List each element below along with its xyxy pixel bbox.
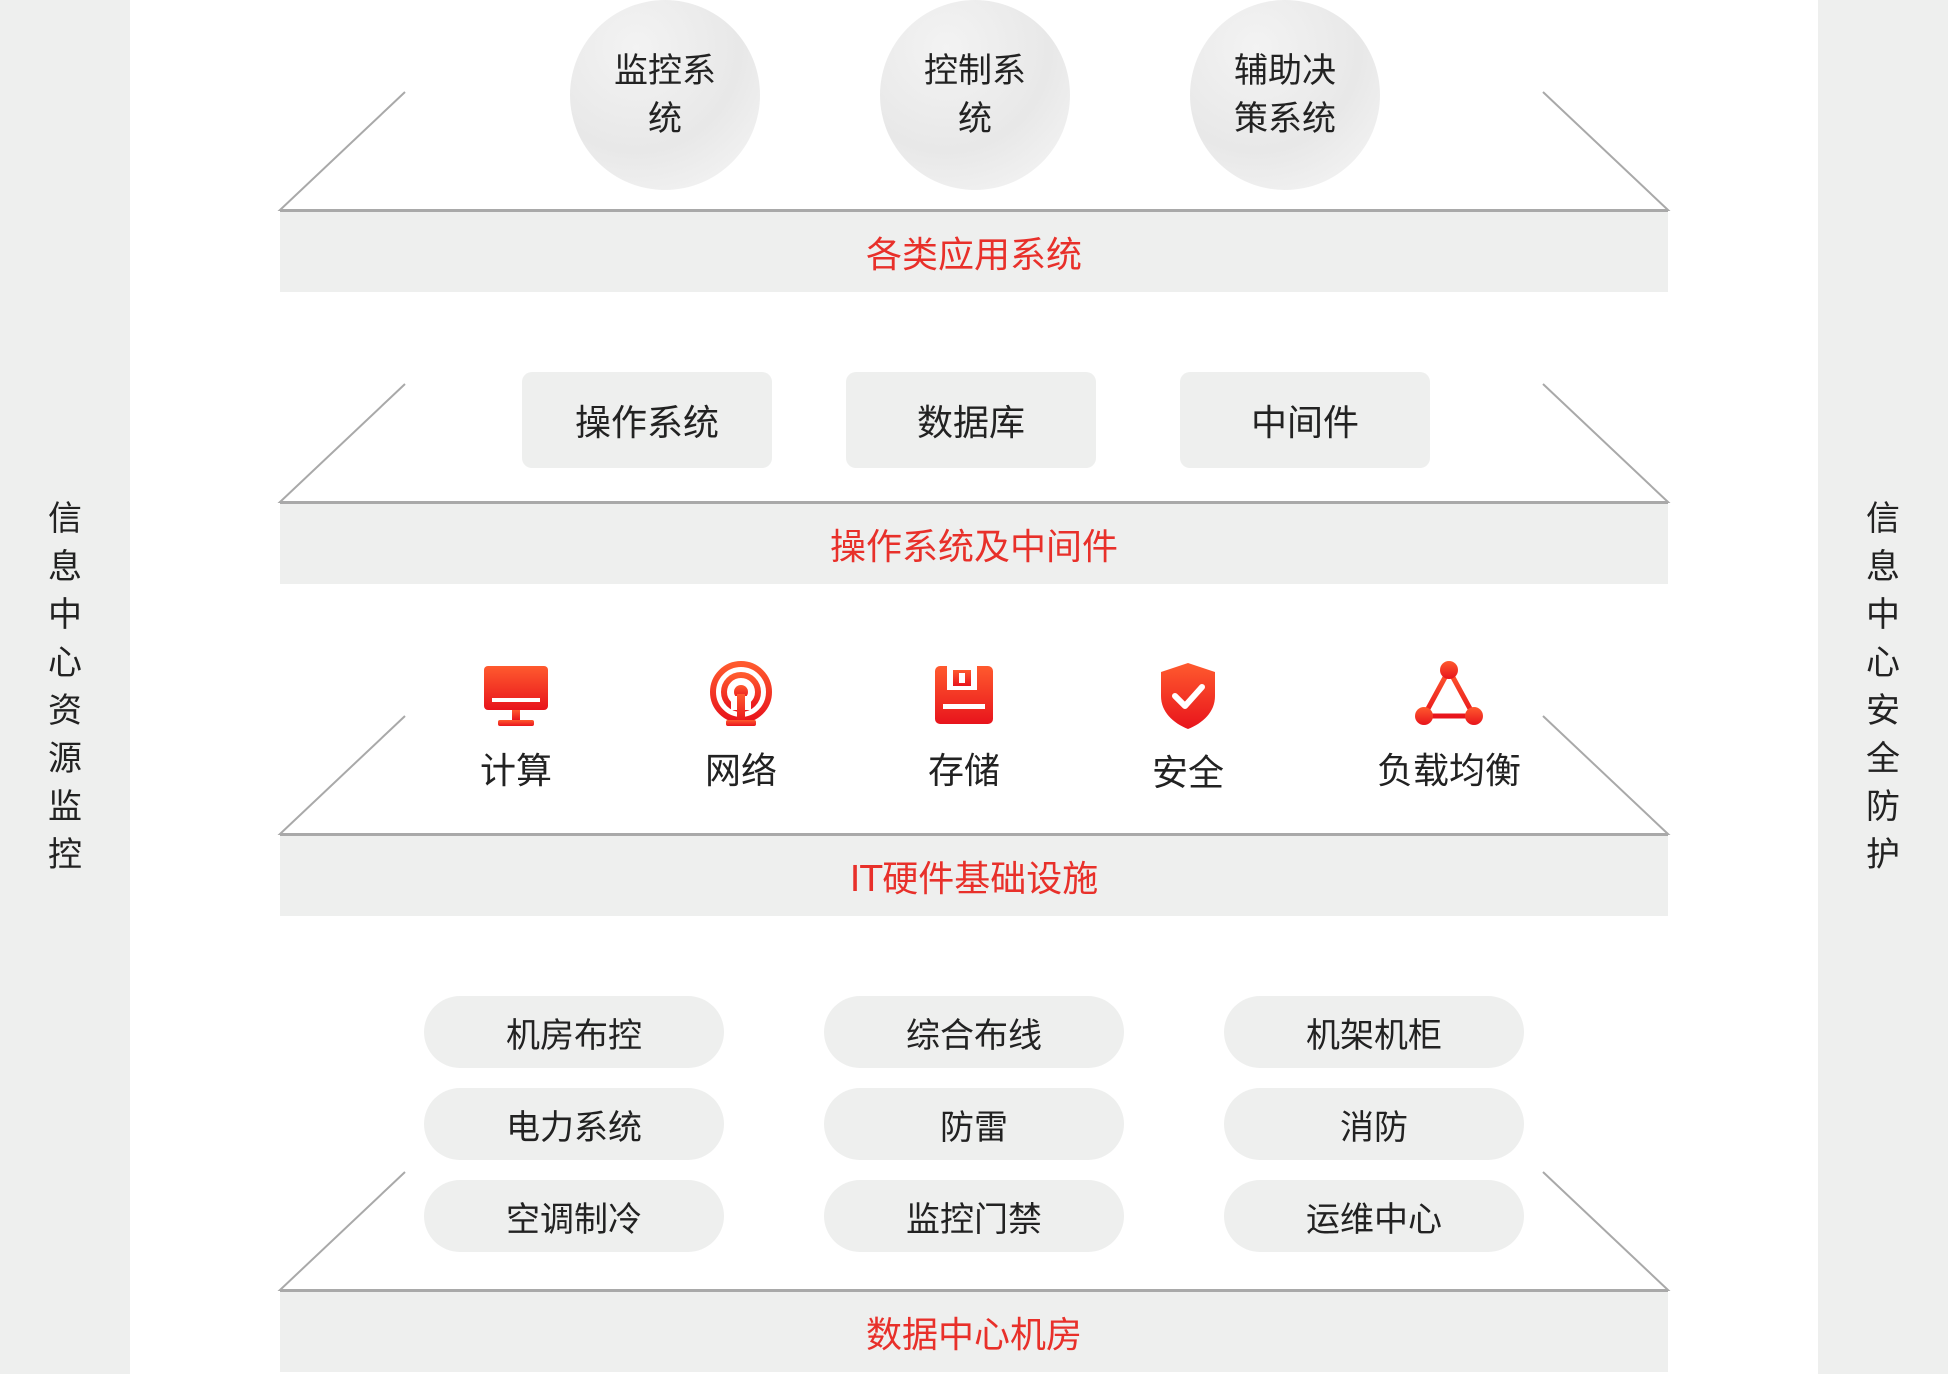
tier-it-hardware-band: IT硬件基础设施 [280,834,1668,916]
dc-item-access: 监控门禁 [824,1180,1124,1252]
right-side-label-char: 心 [1866,643,1900,683]
left-side-label-char: 控 [48,835,82,875]
app-item-monitor: 监控系统 [570,0,760,190]
right-side-label-char: 护 [1866,835,1900,875]
tier-datacenter-band: 数据中心机房 [280,1290,1668,1372]
hw-item-security: 安全 [1108,660,1268,796]
network-triangle-icon [1415,661,1483,725]
left-side-label-char: 中 [48,595,82,635]
hw-item-load-balancing: 负载均衡 [1369,660,1529,794]
tier-os-middleware-band: 操作系统及中间件 [280,502,1668,584]
os-item-database: 数据库 [846,372,1096,468]
left-side-label-char: 源 [48,739,82,779]
app-item-decision: 辅助决策系统 [1190,0,1380,190]
app-item-control: 控制系统 [880,0,1070,190]
dc-item-cabling: 综合布线 [824,996,1124,1068]
hw-item-label: 存储 [927,751,1000,792]
left-side-label-char: 信 [48,499,82,539]
antenna-icon [710,661,772,726]
floppy-disk-icon [935,666,993,724]
app-item-label: 控制系统 [924,51,1026,139]
tier-applications: 监控系统 控制系统 辅助决策系统 各类应用系统 [277,0,1671,293]
monitor-icon [484,666,548,726]
right-side-label-char: 全 [1866,739,1900,779]
dc-item-power: 电力系统 [424,1088,724,1160]
dc-item-fire: 消防 [1224,1088,1524,1160]
os-item-middleware: 中间件 [1180,372,1430,468]
dc-item-ops-center: 运维中心 [1224,1180,1524,1252]
dc-item-lightning: 防雷 [824,1088,1124,1160]
hw-item-network: 网络 [661,660,821,794]
tier-os-middleware: 操作系统 数据库 中间件 操作系统及中间件 [277,372,1671,584]
right-side-panel: 信息中心安全防护 [1818,0,1948,1374]
left-side-label-char: 资 [48,691,82,731]
left-side-panel: 信息中心资源监控 [0,0,130,1374]
dc-item-racks: 机架机柜 [1224,996,1524,1068]
app-item-label: 辅助决策系统 [1234,51,1336,139]
dc-item-room-control: 机房布控 [424,996,724,1068]
right-side-label-char: 信 [1866,499,1900,539]
hw-item-label: 网络 [704,751,777,792]
app-item-label: 监控系统 [614,51,716,139]
hw-item-compute: 计算 [436,660,596,794]
hw-item-label: 安全 [1151,753,1224,794]
os-item-os: 操作系统 [522,372,772,468]
tier-datacenter: 机房布控 综合布线 机架机柜 电力系统 防雷 消防 空调制冷 监控门禁 运维中心… [277,996,1671,1374]
hw-item-label: 计算 [479,751,552,792]
hw-item-storage: 存储 [884,660,1044,794]
right-side-label: 信息中心安全防护 [1818,0,1948,1374]
tier-it-hardware: 计算 网络 存储 安全 负载均衡 IT硬件基础设施 [277,660,1671,917]
right-side-label-char: 防 [1866,787,1900,827]
right-side-label-char: 中 [1866,595,1900,635]
left-side-label: 信息中心资源监控 [0,0,130,1374]
left-side-label-char: 监 [48,787,82,827]
shield-check-icon [1161,663,1215,729]
hw-item-label: 负载均衡 [1376,751,1521,792]
right-side-label-char: 息 [1866,547,1900,587]
tier-applications-band: 各类应用系统 [280,210,1668,292]
left-side-label-char: 息 [48,547,82,587]
right-side-label-char: 安 [1866,691,1900,731]
dc-item-cooling: 空调制冷 [424,1180,724,1252]
left-side-label-char: 心 [48,643,82,683]
